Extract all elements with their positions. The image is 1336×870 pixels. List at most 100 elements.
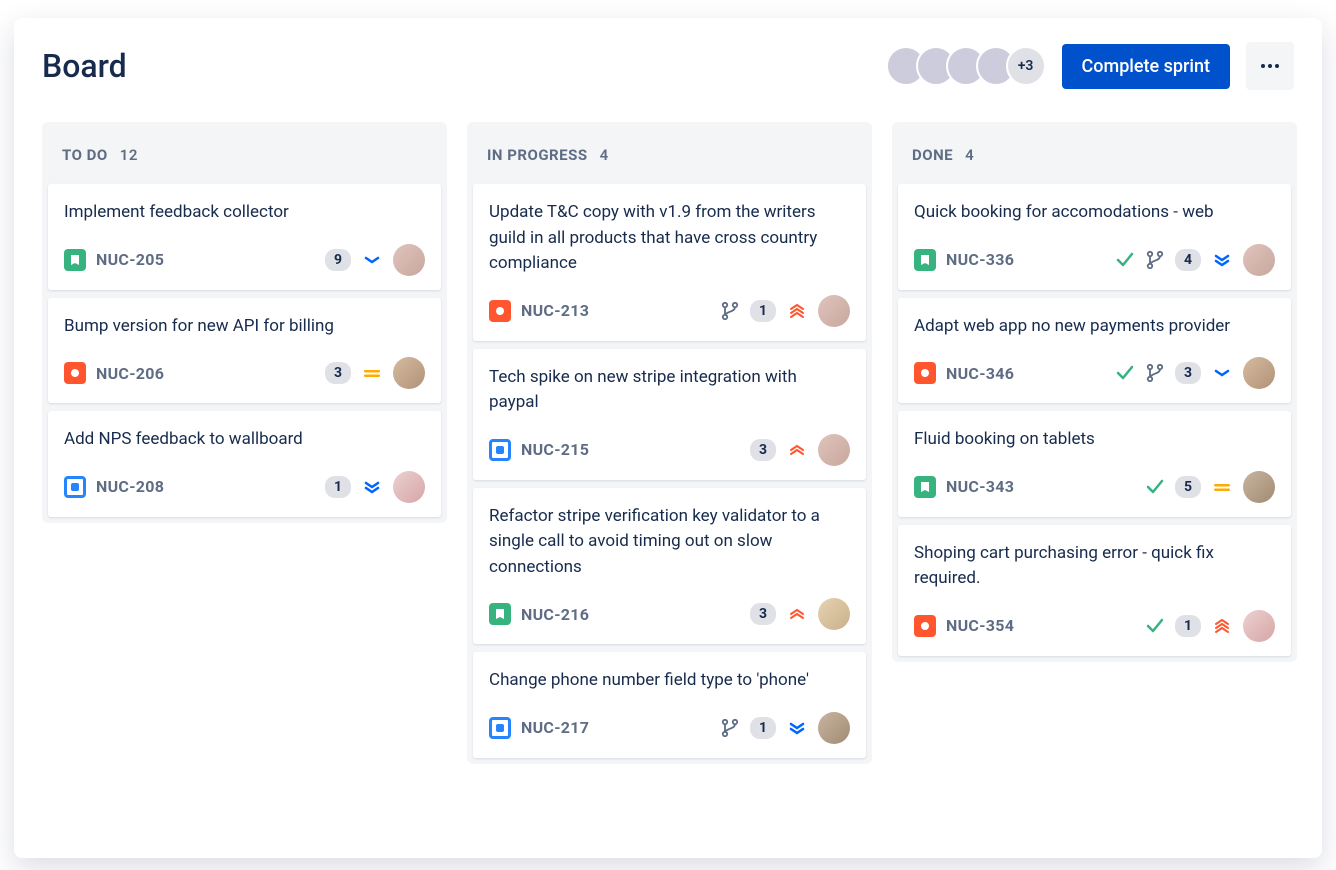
board-column: IN PROGRESS4Update T&C copy with v1.9 fr…: [467, 122, 872, 764]
done-check-icon: [1145, 616, 1165, 636]
member-overflow[interactable]: +3: [1006, 46, 1046, 86]
bug-type-icon: [494, 305, 506, 317]
board-app: Board +3 Complete sprint TO DO12Implemen…: [14, 18, 1322, 858]
issue-meta: NUC-2063: [64, 357, 425, 389]
board-column: TO DO12Implement feedback collector NUC-…: [42, 122, 447, 523]
done-indicator-icon: [1145, 616, 1165, 636]
branch-icon: [720, 718, 740, 738]
issue-type-icon: [914, 476, 936, 498]
branch-indicator-icon[interactable]: [1145, 363, 1165, 383]
issue-type-icon: [489, 439, 511, 461]
branch-icon: [1145, 250, 1165, 270]
branch-indicator-icon[interactable]: [720, 718, 740, 738]
priority-medium-icon: [1212, 477, 1232, 497]
assignee-avatar[interactable]: [818, 434, 850, 466]
priority-icon: [786, 603, 808, 625]
story-points-badge: 4: [1175, 249, 1201, 271]
issue-card[interactable]: Tech spike on new stripe integration wit…: [473, 349, 866, 480]
column-count: 4: [965, 146, 974, 164]
board-column: DONE4Quick booking for accomodations - w…: [892, 122, 1297, 662]
priority-icon: [786, 439, 808, 461]
issue-key[interactable]: NUC-216: [521, 605, 589, 624]
assignee-avatar[interactable]: [818, 295, 850, 327]
branch-indicator-icon[interactable]: [1145, 250, 1165, 270]
issue-summary: Change phone number field type to 'phone…: [489, 668, 850, 694]
issue-meta: NUC-343 5: [914, 471, 1275, 503]
assignee-avatar[interactable]: [818, 598, 850, 630]
issue-card[interactable]: Change phone number field type to 'phone…: [473, 652, 866, 758]
header-right: +3 Complete sprint: [886, 42, 1294, 90]
bug-type-icon: [69, 367, 81, 379]
branch-icon: [1145, 363, 1165, 383]
priority-highest-icon: [1212, 616, 1232, 636]
issue-card[interactable]: Add NPS feedback to wallboardNUC-2081: [48, 411, 441, 517]
branch-indicator-icon[interactable]: [720, 301, 740, 321]
issue-meta: NUC-2059: [64, 244, 425, 276]
assignee-avatar[interactable]: [1243, 357, 1275, 389]
priority-icon: [1211, 476, 1233, 498]
column-cards: Implement feedback collector NUC-2059 Bu…: [48, 184, 441, 517]
story-points-badge: 3: [750, 439, 776, 461]
column-header: TO DO12: [48, 130, 441, 184]
priority-high-icon: [787, 440, 807, 460]
column-count: 4: [600, 146, 609, 164]
issue-key[interactable]: NUC-343: [946, 477, 1014, 496]
done-check-icon: [1115, 363, 1135, 383]
issue-meta: NUC-346 3: [914, 357, 1275, 389]
column-header: IN PROGRESS4: [473, 130, 866, 184]
assignee-avatar[interactable]: [393, 244, 425, 276]
issue-summary: Quick booking for accomodations - web: [914, 200, 1275, 226]
priority-medium-icon: [362, 363, 382, 383]
more-actions-button[interactable]: [1246, 42, 1294, 90]
board-header: Board +3 Complete sprint: [42, 42, 1294, 90]
done-indicator-icon: [1145, 477, 1165, 497]
assignee-avatar[interactable]: [818, 712, 850, 744]
column-cards: Quick booking for accomodations - web NU…: [898, 184, 1291, 656]
issue-card[interactable]: Implement feedback collector NUC-2059: [48, 184, 441, 290]
issue-key[interactable]: NUC-205: [96, 250, 164, 269]
issue-card[interactable]: Fluid booking on tablets NUC-343 5: [898, 411, 1291, 517]
issue-key[interactable]: NUC-336: [946, 250, 1014, 269]
priority-icon: [361, 476, 383, 498]
issue-key[interactable]: NUC-217: [521, 718, 589, 737]
priority-icon: [1211, 249, 1233, 271]
issue-key[interactable]: NUC-346: [946, 364, 1014, 383]
assignee-avatar[interactable]: [393, 471, 425, 503]
issue-summary: Bump version for new API for billing: [64, 314, 425, 340]
issue-card[interactable]: Quick booking for accomodations - web NU…: [898, 184, 1291, 290]
issue-card[interactable]: Update T&C copy with v1.9 from the write…: [473, 184, 866, 341]
assignee-avatar[interactable]: [1243, 471, 1275, 503]
issue-key[interactable]: NUC-215: [521, 440, 589, 459]
issue-card[interactable]: Bump version for new API for billing NUC…: [48, 298, 441, 404]
done-indicator-icon: [1115, 363, 1135, 383]
issue-type-icon: [489, 717, 511, 739]
issue-key[interactable]: NUC-206: [96, 364, 164, 383]
story-type-icon: [69, 254, 81, 266]
done-indicator-icon: [1115, 250, 1135, 270]
assignee-avatar[interactable]: [1243, 244, 1275, 276]
issue-card[interactable]: Shoping cart purchasing error - quick fi…: [898, 525, 1291, 656]
done-check-icon: [1145, 477, 1165, 497]
issue-summary: Implement feedback collector: [64, 200, 425, 226]
issue-meta: NUC-213 1: [489, 295, 850, 327]
done-check-icon: [1115, 250, 1135, 270]
issue-meta: NUC-208 1: [64, 471, 425, 503]
priority-lowest-icon: [787, 718, 807, 738]
priority-high-icon: [787, 604, 807, 624]
issue-meta: NUC-215 3: [489, 434, 850, 466]
issue-key[interactable]: NUC-213: [521, 301, 589, 320]
issue-meta: NUC-354 1: [914, 610, 1275, 642]
assignee-avatar[interactable]: [1243, 610, 1275, 642]
member-avatars: +3: [886, 46, 1046, 86]
issue-card[interactable]: Refactor stripe verification key validat…: [473, 488, 866, 645]
story-points-badge: 3: [1175, 362, 1201, 384]
priority-lowest-icon: [1212, 250, 1232, 270]
issue-key[interactable]: NUC-208: [96, 477, 164, 496]
issue-key[interactable]: NUC-354: [946, 616, 1014, 635]
assignee-avatar[interactable]: [393, 357, 425, 389]
more-icon: [1261, 64, 1279, 68]
story-points-badge: 1: [325, 476, 351, 498]
complete-sprint-button[interactable]: Complete sprint: [1062, 44, 1230, 89]
issue-card[interactable]: Adapt web app no new payments provider N…: [898, 298, 1291, 404]
page-title: Board: [42, 47, 127, 85]
